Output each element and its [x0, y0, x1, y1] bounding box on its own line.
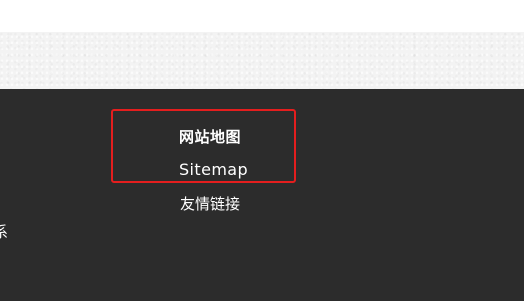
page-top-area — [0, 0, 524, 32]
footer-sitemap-link[interactable]: Sitemap — [179, 160, 248, 179]
textured-banner — [0, 32, 524, 89]
footer-sitemap-heading[interactable]: 网站地图 — [179, 126, 241, 147]
site-footer — [0, 89, 524, 301]
footer-friend-links[interactable]: 友情链接 — [180, 193, 240, 214]
footer-left-column-fragment: 系 — [0, 223, 9, 241]
